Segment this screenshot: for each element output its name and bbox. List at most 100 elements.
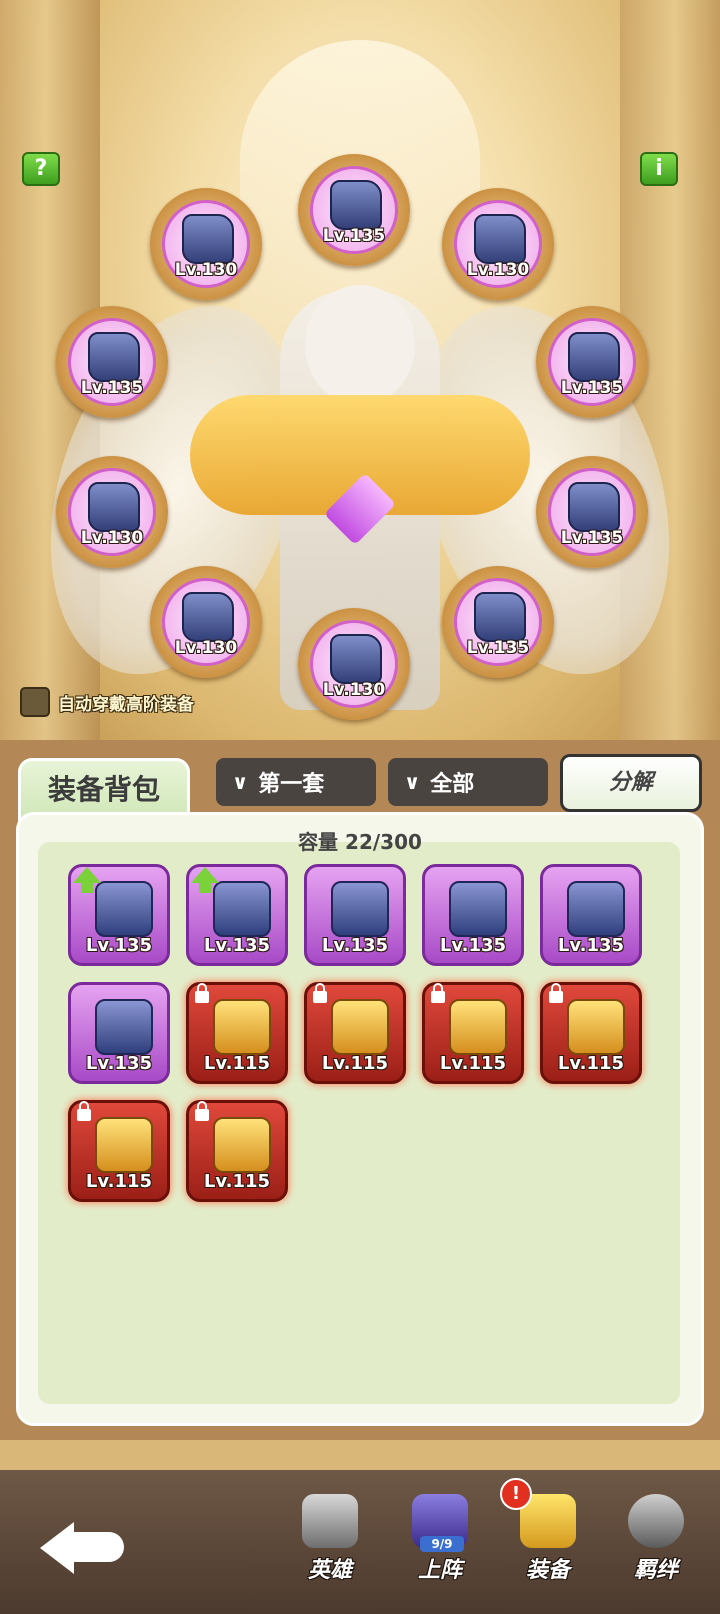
slot-level: Lv.135 [466, 638, 530, 658]
auto-equip-toggle[interactable]: 自动穿戴高阶装备 [20, 686, 194, 718]
item-level: Lv.115 [439, 1053, 507, 1074]
gear-icon [88, 332, 140, 382]
slot-level: Lv.135 [322, 226, 386, 246]
back-arrow-icon [40, 1522, 74, 1574]
help-button[interactable]: ? [22, 152, 60, 186]
armor-piece-icon [95, 881, 153, 937]
bag-item[interactable]: Lv.135 [422, 864, 524, 966]
bag-item[interactable]: Lv.115 [422, 982, 524, 1084]
nav-bond[interactable]: 羁绊 [608, 1494, 704, 1594]
gear-icon [182, 592, 234, 642]
item-level: Lv.135 [557, 935, 625, 956]
gear-icon [568, 482, 620, 532]
filter-type-label: 全部 [430, 772, 475, 797]
bag-item[interactable]: Lv.135 [68, 864, 170, 966]
equip-slot-upper-right[interactable]: Lv.130 [442, 188, 554, 300]
nav-lineup[interactable]: 9/9 上阵 [392, 1494, 488, 1594]
armor-piece-icon [331, 881, 389, 937]
bag-item[interactable]: Lv.115 [304, 982, 406, 1084]
chevron-down-icon: ∨ [232, 770, 249, 794]
info-button[interactable]: i [640, 152, 678, 186]
armor-piece-icon [95, 999, 153, 1055]
nav-bond-label: 羁绊 [633, 1558, 678, 1583]
golden-boot-icon [213, 999, 271, 1055]
lock-icon [77, 1101, 91, 1121]
back-button[interactable] [40, 1508, 126, 1574]
auto-equip-checkbox[interactable] [20, 687, 50, 717]
equip-slot-bottom-left[interactable]: Lv.130 [150, 566, 262, 678]
item-level: Lv.115 [85, 1171, 153, 1192]
nav-heroes[interactable]: 英雄 [282, 1494, 378, 1594]
item-level: Lv.115 [321, 1053, 389, 1074]
item-level: Lv.115 [203, 1171, 271, 1192]
slot-level: Lv.130 [466, 260, 530, 280]
back-arrow-tail [70, 1532, 124, 1562]
armor-piece-icon [213, 881, 271, 937]
decompose-button[interactable]: 分解 [560, 754, 702, 812]
item-level: Lv.115 [203, 1053, 271, 1074]
equip-slot-top[interactable]: Lv.135 [298, 154, 410, 266]
filter-set-dropdown[interactable]: ∨ 第一套 [216, 758, 376, 806]
gear-icon [474, 592, 526, 642]
lock-icon [195, 983, 209, 1003]
gear-icon [330, 180, 382, 230]
item-level: Lv.135 [321, 935, 389, 956]
bag-item[interactable]: Lv.115 [540, 982, 642, 1084]
slot-level: Lv.135 [80, 378, 144, 398]
equip-slot-lower-left[interactable]: Lv.130 [56, 456, 168, 568]
equip-slot-bottom-right[interactable]: Lv.135 [442, 566, 554, 678]
gear-icon [474, 214, 526, 264]
lock-icon [549, 983, 563, 1003]
gear-icon [568, 332, 620, 382]
equip-slot-mid-left[interactable]: Lv.135 [56, 306, 168, 418]
bag-item[interactable]: Lv.115 [186, 982, 288, 1084]
amulet-icon [95, 1117, 153, 1173]
slot-level: Lv.135 [560, 378, 624, 398]
upgrade-arrow-icon [191, 867, 219, 893]
bag-item[interactable]: Lv.115 [68, 1100, 170, 1202]
slot-level: Lv.130 [322, 680, 386, 700]
slot-level: Lv.130 [80, 528, 144, 548]
armor-piece-icon [567, 881, 625, 937]
slot-level: Lv.135 [560, 528, 624, 548]
alert-badge-icon: ! [500, 1478, 532, 1510]
equip-slot-lower-right[interactable]: Lv.135 [536, 456, 648, 568]
lock-icon [313, 983, 327, 1003]
bag-item[interactable]: Lv.135 [540, 864, 642, 966]
slot-level: Lv.130 [174, 260, 238, 280]
equip-slot-bottom[interactable]: Lv.130 [298, 608, 410, 720]
filter-set-label: 第一套 [258, 772, 325, 797]
bond-emblem-icon [628, 1494, 684, 1548]
golden-gauntlet-icon [213, 1117, 271, 1173]
gear-icon [330, 634, 382, 684]
bag-capacity: 容量 22/300 [298, 830, 422, 854]
item-level: Lv.135 [203, 935, 271, 956]
filter-type-dropdown[interactable]: ∨ 全部 [388, 758, 548, 806]
bag-item[interactable]: Lv.135 [304, 864, 406, 966]
equip-slot-upper-left[interactable]: Lv.130 [150, 188, 262, 300]
item-level: Lv.135 [439, 935, 507, 956]
nav-equipment-label: 装备 [525, 1558, 570, 1583]
bag-item[interactable]: Lv.135 [68, 982, 170, 1084]
golden-armor-icon [331, 999, 389, 1055]
upgrade-arrow-icon [73, 867, 101, 893]
nav-heroes-label: 英雄 [307, 1558, 352, 1583]
item-level: Lv.135 [85, 1053, 153, 1074]
item-level: Lv.115 [557, 1053, 625, 1074]
nav-lineup-label: 上阵 [417, 1558, 462, 1583]
auto-equip-label: 自动穿戴高阶装备 [58, 694, 194, 715]
lock-icon [195, 1101, 209, 1121]
hero-head [305, 285, 415, 405]
nav-equipment[interactable]: ! 装备 [500, 1478, 596, 1594]
golden-helmet-icon [567, 999, 625, 1055]
bag-item[interactable]: Lv.135 [186, 864, 288, 966]
slot-level: Lv.130 [174, 638, 238, 658]
sword-icon [449, 999, 507, 1055]
armor-piece-icon [449, 881, 507, 937]
helmet-icon [302, 1494, 358, 1548]
lock-icon [431, 983, 445, 1003]
bag-item[interactable]: Lv.115 [186, 1100, 288, 1202]
item-level: Lv.135 [85, 935, 153, 956]
equip-slot-mid-right[interactable]: Lv.135 [536, 306, 648, 418]
lineup-count-badge: 9/9 [420, 1536, 464, 1552]
